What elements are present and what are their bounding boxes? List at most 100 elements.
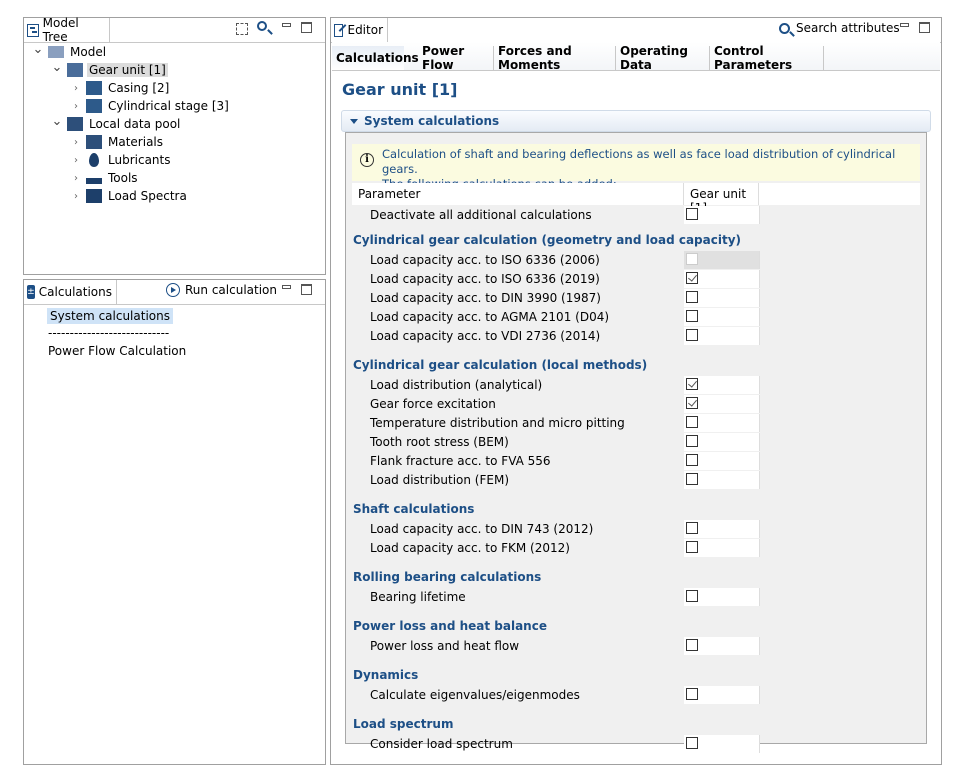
checkbox[interactable] — [686, 291, 698, 303]
calculation-item[interactable]: Power Flow Calculation — [48, 344, 186, 358]
parameter-label: Load distribution (analytical) — [370, 378, 543, 392]
checkbox[interactable] — [686, 639, 698, 651]
chevron-right-icon[interactable]: › — [70, 101, 82, 112]
calculations-panel: ± Calculations Run calculation System ca… — [23, 279, 326, 765]
checkbox[interactable] — [686, 522, 698, 534]
page-title: Gear unit [1] — [342, 80, 458, 99]
play-icon — [166, 283, 180, 297]
parameter-row: Bearing lifetime — [353, 588, 920, 607]
chevron-right-icon[interactable]: › — [70, 173, 82, 184]
calculation-item[interactable]: System calculations — [47, 308, 173, 324]
tree-item-label: Local data pool — [89, 117, 181, 131]
checkbox[interactable] — [686, 378, 698, 390]
group-title: Cylindrical gear calculation (local meth… — [353, 358, 648, 372]
parameter-label: Load capacity acc. to VDI 2736 (2014) — [370, 329, 601, 343]
parameter-label: Calculate eigenvalues/eigenmodes — [370, 688, 580, 702]
group-title: Power loss and heat balance — [353, 619, 547, 633]
chevron-down-icon[interactable]: ⌄ — [32, 42, 44, 57]
checkbox[interactable] — [686, 397, 698, 409]
chevron-down-icon[interactable]: ⌄ — [51, 114, 63, 129]
parameter-row: Load distribution (analytical) — [353, 376, 920, 395]
minimize-icon[interactable] — [900, 23, 909, 27]
tab-model-tree[interactable]: Model Tree — [24, 16, 110, 44]
checkbox[interactable] — [686, 590, 698, 602]
tree-item[interactable]: › Lubricants — [70, 151, 172, 169]
tab-calculations[interactable]: ± Calculations — [24, 280, 117, 304]
tab-label: Model Tree — [42, 16, 79, 44]
chevron-right-icon[interactable]: › — [70, 191, 82, 202]
tree-item[interactable]: › Tools — [70, 169, 140, 187]
tree-item-label: Tools — [108, 171, 138, 185]
maximize-icon[interactable] — [301, 22, 312, 33]
parameter-label: Power loss and heat flow — [370, 639, 520, 653]
checkbox[interactable] — [686, 541, 698, 553]
group-title: Dynamics — [353, 668, 419, 682]
parameter-label: Load capacity acc. to ISO 6336 (2019) — [370, 272, 600, 286]
parameter-row: Load capacity acc. to FKM (2012) — [353, 539, 920, 558]
checkbox[interactable] — [686, 310, 698, 322]
chevron-right-icon[interactable]: › — [70, 155, 82, 166]
separator: ---------------------------- — [48, 326, 170, 340]
folder-icon — [48, 46, 64, 58]
maximize-icon[interactable] — [301, 284, 312, 295]
checkbox[interactable] — [686, 737, 698, 749]
editor-tabbar: Editor Search attributes — [331, 18, 941, 43]
checkbox[interactable] — [686, 272, 698, 284]
tree-item[interactable]: › Materials — [70, 133, 165, 151]
checkbox[interactable] — [686, 435, 698, 447]
chevron-right-icon[interactable]: › — [70, 83, 82, 94]
value-cell — [684, 414, 760, 432]
database-icon — [67, 117, 83, 131]
parameter-label: Temperature distribution and micro pitti… — [370, 416, 625, 430]
tree-item[interactable]: › Casing [2] — [70, 79, 171, 97]
checkbox — [686, 253, 698, 265]
gear-unit-icon — [67, 63, 83, 77]
calculations-tabbar: ± Calculations Run calculation — [24, 280, 325, 305]
tree-item-label: Casing [2] — [108, 81, 170, 95]
tab-forces-and-moments[interactable]: Forces and Moments — [494, 44, 616, 72]
chevron-down-icon[interactable]: ⌄ — [51, 60, 63, 75]
tree-item-label: Cylindrical stage [3] — [108, 99, 229, 113]
checkbox[interactable] — [686, 473, 698, 485]
tab-control-parameters[interactable]: Control Parameters — [710, 44, 824, 72]
value-cell — [684, 539, 760, 557]
value-cell — [684, 637, 760, 655]
run-calculation-button[interactable]: Run calculation — [166, 283, 277, 297]
checkbox[interactable] — [686, 208, 698, 220]
table-header: Parameter Gear unit [1] — [352, 183, 920, 215]
value-cell — [684, 289, 760, 307]
group-title: Cylindrical gear calculation (geometry a… — [353, 233, 742, 247]
tab-label: Editor — [347, 23, 383, 37]
hierarchy-icon[interactable] — [236, 23, 248, 35]
tab-power-flow[interactable]: Power Flow — [418, 44, 494, 72]
info-icon: i — [360, 153, 374, 167]
search-attributes-button[interactable]: Search attributes — [779, 21, 900, 37]
parameter-label: Load capacity acc. to AGMA 2101 (D04) — [370, 310, 610, 324]
section-header-system-calculations[interactable]: System calculations — [341, 110, 931, 132]
search-icon[interactable] — [257, 21, 273, 35]
tree-item[interactable]: ⌄ Gear unit [1] — [51, 60, 168, 79]
minimize-icon[interactable] — [282, 23, 291, 27]
checkbox[interactable] — [686, 329, 698, 341]
tree-item[interactable]: ⌄ Model — [32, 42, 108, 61]
tree-item[interactable]: ⌄ Local data pool — [51, 114, 182, 133]
section-title: System calculations — [364, 114, 500, 128]
tab-operating-data[interactable]: Operating Data — [616, 44, 710, 72]
parameter-row: Power loss and heat flow — [353, 637, 920, 656]
group-title: Load spectrum — [353, 717, 454, 731]
parameter-label: Load capacity acc. to DIN 743 (2012) — [370, 522, 594, 536]
minimize-icon[interactable] — [282, 285, 291, 289]
edit-icon — [334, 23, 347, 37]
tree-item[interactable]: › Load Spectra — [70, 187, 189, 205]
maximize-icon[interactable] — [919, 22, 930, 33]
checkbox[interactable] — [686, 416, 698, 428]
tab-calculations[interactable]: Calculations — [332, 46, 419, 70]
chevron-right-icon[interactable]: › — [70, 137, 82, 148]
tree-item[interactable]: › Cylindrical stage [3] — [70, 97, 231, 115]
parameter-row: Consider load spectrum — [353, 735, 920, 754]
checkbox[interactable] — [686, 454, 698, 466]
tab-editor[interactable]: Editor — [331, 18, 388, 42]
editor-subtabs: Calculations Power Flow Forces and Moments… — [332, 42, 940, 72]
parameter-row: Deactivate all additional calculations — [353, 206, 920, 225]
checkbox[interactable] — [686, 688, 698, 700]
